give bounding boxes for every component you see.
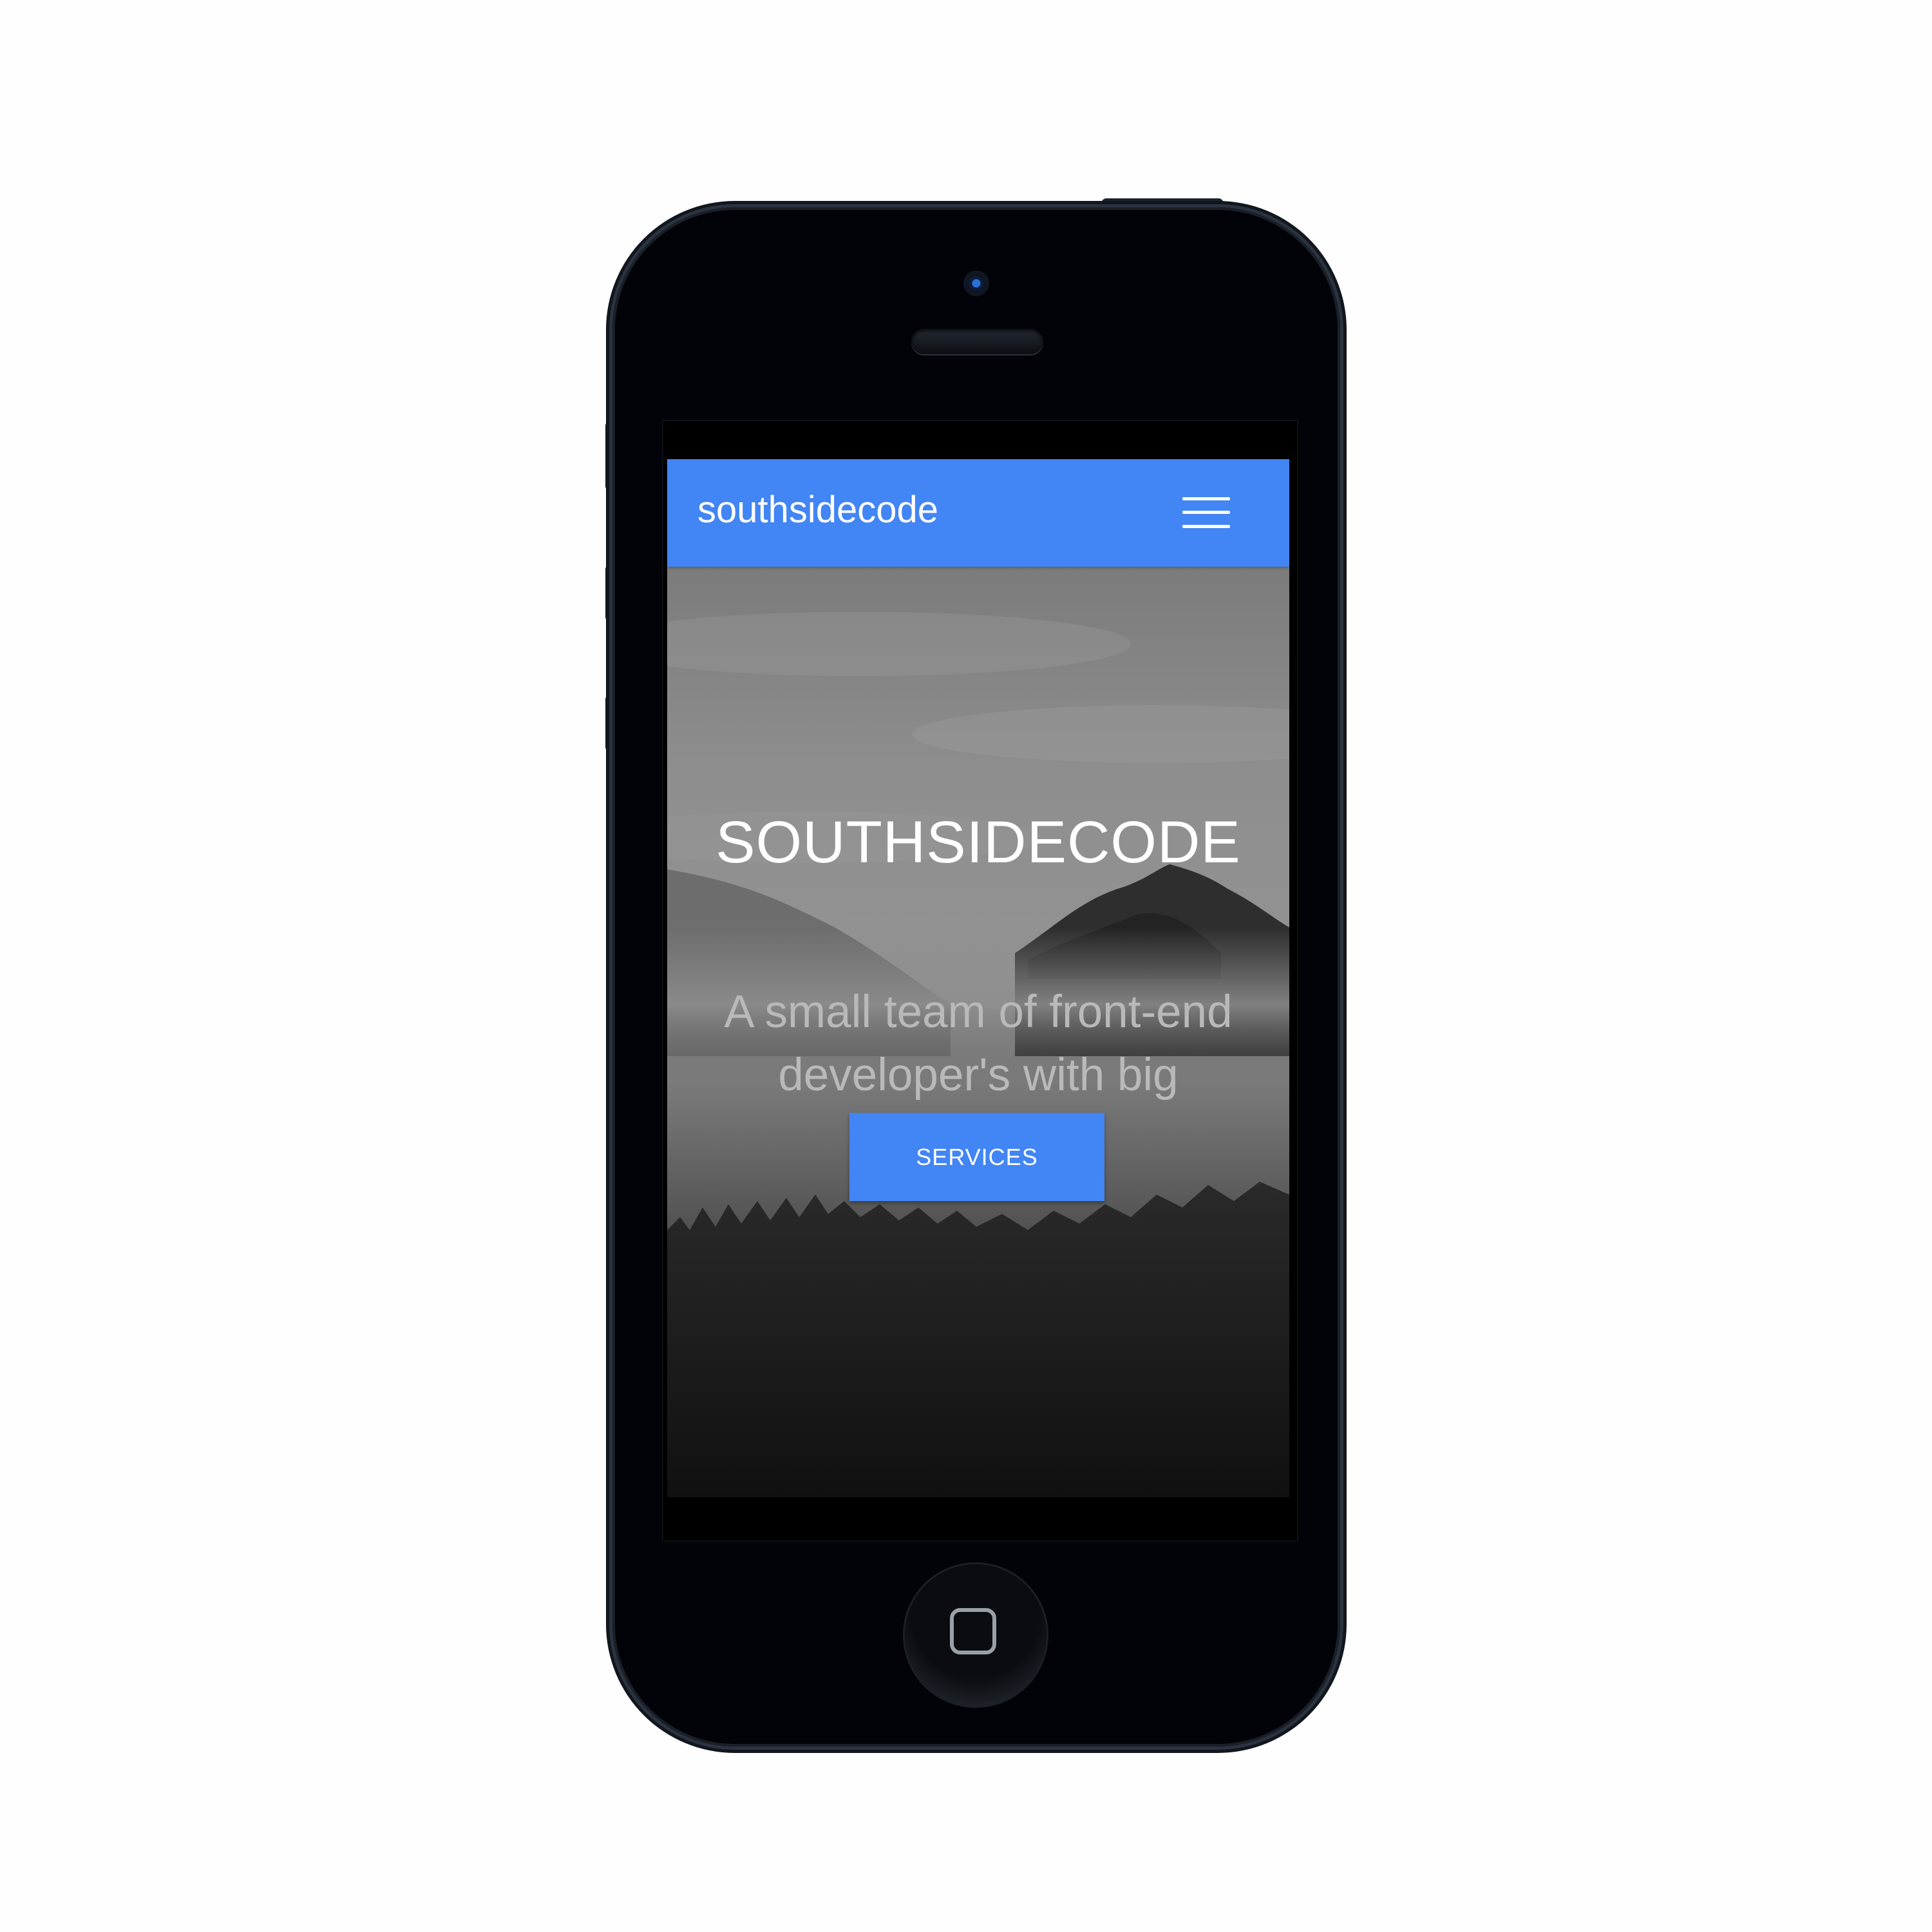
mobile-webpage: southsidecode SOUTHSIDECODE A small team…: [667, 459, 1289, 1497]
earpiece-speaker: [911, 328, 1043, 354]
home-square-icon: [950, 1608, 996, 1654]
hero-title: SOUTHSIDECODE: [715, 810, 1241, 875]
front-camera: [963, 270, 989, 296]
hamburger-menu-icon[interactable]: [1182, 495, 1230, 531]
services-button[interactable]: SERVICES: [849, 1113, 1104, 1201]
mockup-stage: southsidecode SOUTHSIDECODE A small team…: [0, 0, 1932, 1932]
home-button[interactable]: [905, 1564, 1046, 1706]
brand-logo-link[interactable]: southsidecode: [697, 491, 938, 529]
top-navbar: southsidecode: [667, 459, 1289, 567]
hero-section: SOUTHSIDECODE A small team of front-end …: [667, 567, 1289, 1497]
